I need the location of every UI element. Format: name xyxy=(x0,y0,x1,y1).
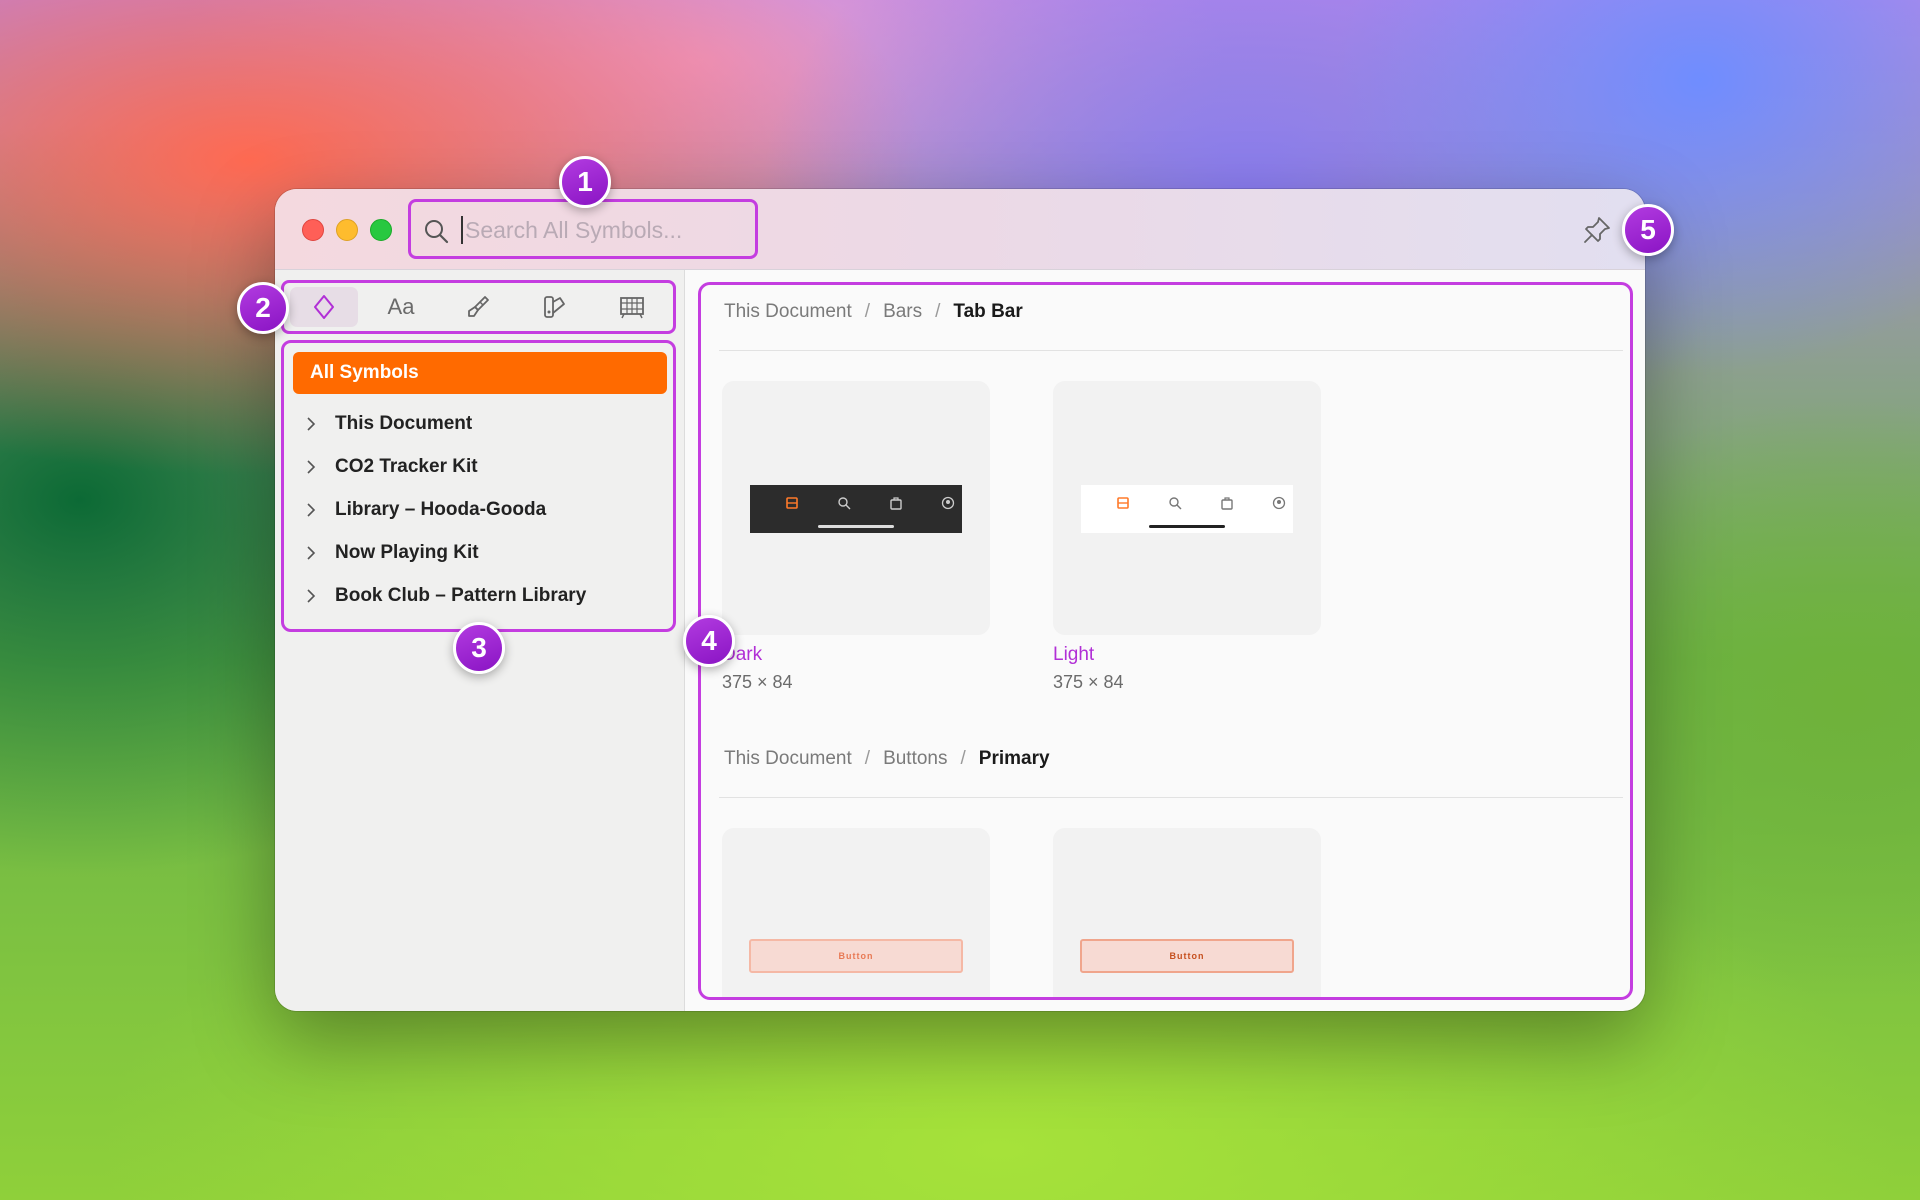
sidebar-tab-bar: Aa xyxy=(281,280,676,334)
tab-symbols[interactable] xyxy=(290,287,358,327)
symbol-thumbnail-light[interactable] xyxy=(1053,381,1321,635)
breadcrumb-item[interactable]: Buttons xyxy=(883,748,947,769)
annotation-badge-3: 3 xyxy=(453,622,505,674)
library-item-this-document[interactable]: This Document xyxy=(306,409,646,439)
search-icon xyxy=(838,497,851,510)
close-window-button[interactable] xyxy=(302,219,324,241)
library-item-label: This Document xyxy=(335,413,473,434)
chevron-right-icon[interactable] xyxy=(306,460,316,474)
breadcrumb-item[interactable]: Bars xyxy=(883,301,922,322)
library-item-now-playing-kit[interactable]: Now Playing Kit xyxy=(306,538,646,568)
symbol-size: 375 × 84 xyxy=(722,672,793,692)
home-indicator xyxy=(818,525,894,528)
search-icon xyxy=(425,220,449,244)
tab-layout-grids[interactable] xyxy=(598,287,666,327)
symbols-window: Aa xyxy=(275,189,1645,1011)
tab-text-styles[interactable]: Aa xyxy=(367,287,435,327)
home-indicator xyxy=(1149,525,1225,528)
button-preview: Button xyxy=(749,939,963,973)
paintbrush-icon xyxy=(468,296,489,317)
breadcrumb-current: Primary xyxy=(978,748,1050,769)
tab-bar-preview-light xyxy=(1081,485,1293,533)
chevron-right-icon[interactable] xyxy=(306,417,316,431)
symbol-size: 375 × 84 xyxy=(1053,672,1124,692)
chevron-right-icon[interactable] xyxy=(306,589,316,603)
library-item-co2-tracker-kit[interactable]: CO2 Tracker Kit xyxy=(306,452,646,482)
color-swatch-icon xyxy=(544,296,565,318)
annotation-badge-2: 2 xyxy=(237,282,289,334)
breadcrumb-item[interactable]: This Document xyxy=(724,748,852,769)
all-symbols-item[interactable]: All Symbols xyxy=(293,352,667,394)
chevron-right-icon[interactable] xyxy=(306,546,316,560)
symbol-diamond-icon xyxy=(314,295,334,319)
search-icon xyxy=(1169,497,1182,510)
library-item-label: Library – Hooda-Gooda xyxy=(335,499,547,520)
library-item-label: CO2 Tracker Kit xyxy=(335,456,478,477)
home-icon xyxy=(786,497,798,509)
symbol-thumbnail-primary-2[interactable]: Button xyxy=(1053,828,1321,997)
tab-bar-preview-dark xyxy=(750,485,962,533)
tab-color-variables[interactable] xyxy=(521,287,589,327)
home-icon xyxy=(1117,497,1129,509)
tab-layer-styles[interactable] xyxy=(444,287,512,327)
minimize-window-button[interactable] xyxy=(336,219,358,241)
symbols-grid: This Document / Bars / Tab Bar Dark 375 × 84 xyxy=(698,282,1633,1000)
library-item-label: Book Club – Pattern Library xyxy=(335,585,587,606)
annotation-badge-5: 5 xyxy=(1622,204,1674,256)
library-item-label: Now Playing Kit xyxy=(335,542,479,563)
symbol-name[interactable]: Light xyxy=(1053,644,1094,666)
annotation-badge-4: 4 xyxy=(683,615,735,667)
section-divider xyxy=(719,350,1623,351)
breadcrumb: This Document / Buttons / Primary xyxy=(724,748,1050,769)
symbol-thumbnail-primary-1[interactable]: Button xyxy=(722,828,990,997)
zoom-window-button[interactable] xyxy=(370,219,392,241)
library-item-book-club[interactable]: Book Club – Pattern Library xyxy=(306,581,646,611)
chevron-right-icon[interactable] xyxy=(306,503,316,517)
breadcrumb-item[interactable]: This Document xyxy=(724,301,852,322)
bag-icon xyxy=(890,497,902,510)
library-tree: All Symbols This Document CO2 Tracker Ki… xyxy=(281,340,676,632)
symbol-thumbnail-dark[interactable] xyxy=(722,381,990,635)
bag-icon xyxy=(1221,497,1233,510)
annotation-badge-1: 1 xyxy=(559,156,611,208)
text-styles-icon: Aa xyxy=(387,294,415,319)
profile-icon xyxy=(941,496,955,510)
library-item-hooda-gooda[interactable]: Library – Hooda-Gooda xyxy=(306,495,646,525)
search-input[interactable] xyxy=(463,214,747,246)
breadcrumb-current: Tab Bar xyxy=(953,301,1023,322)
title-bar xyxy=(275,189,1645,270)
profile-icon xyxy=(1272,496,1286,510)
breadcrumb: This Document / Bars / Tab Bar xyxy=(724,301,1023,322)
button-preview: Button xyxy=(1080,939,1294,973)
search-field[interactable] xyxy=(408,199,758,259)
section-divider xyxy=(719,797,1623,798)
pin-icon[interactable] xyxy=(1582,215,1612,245)
grid-layout-icon xyxy=(620,297,644,319)
